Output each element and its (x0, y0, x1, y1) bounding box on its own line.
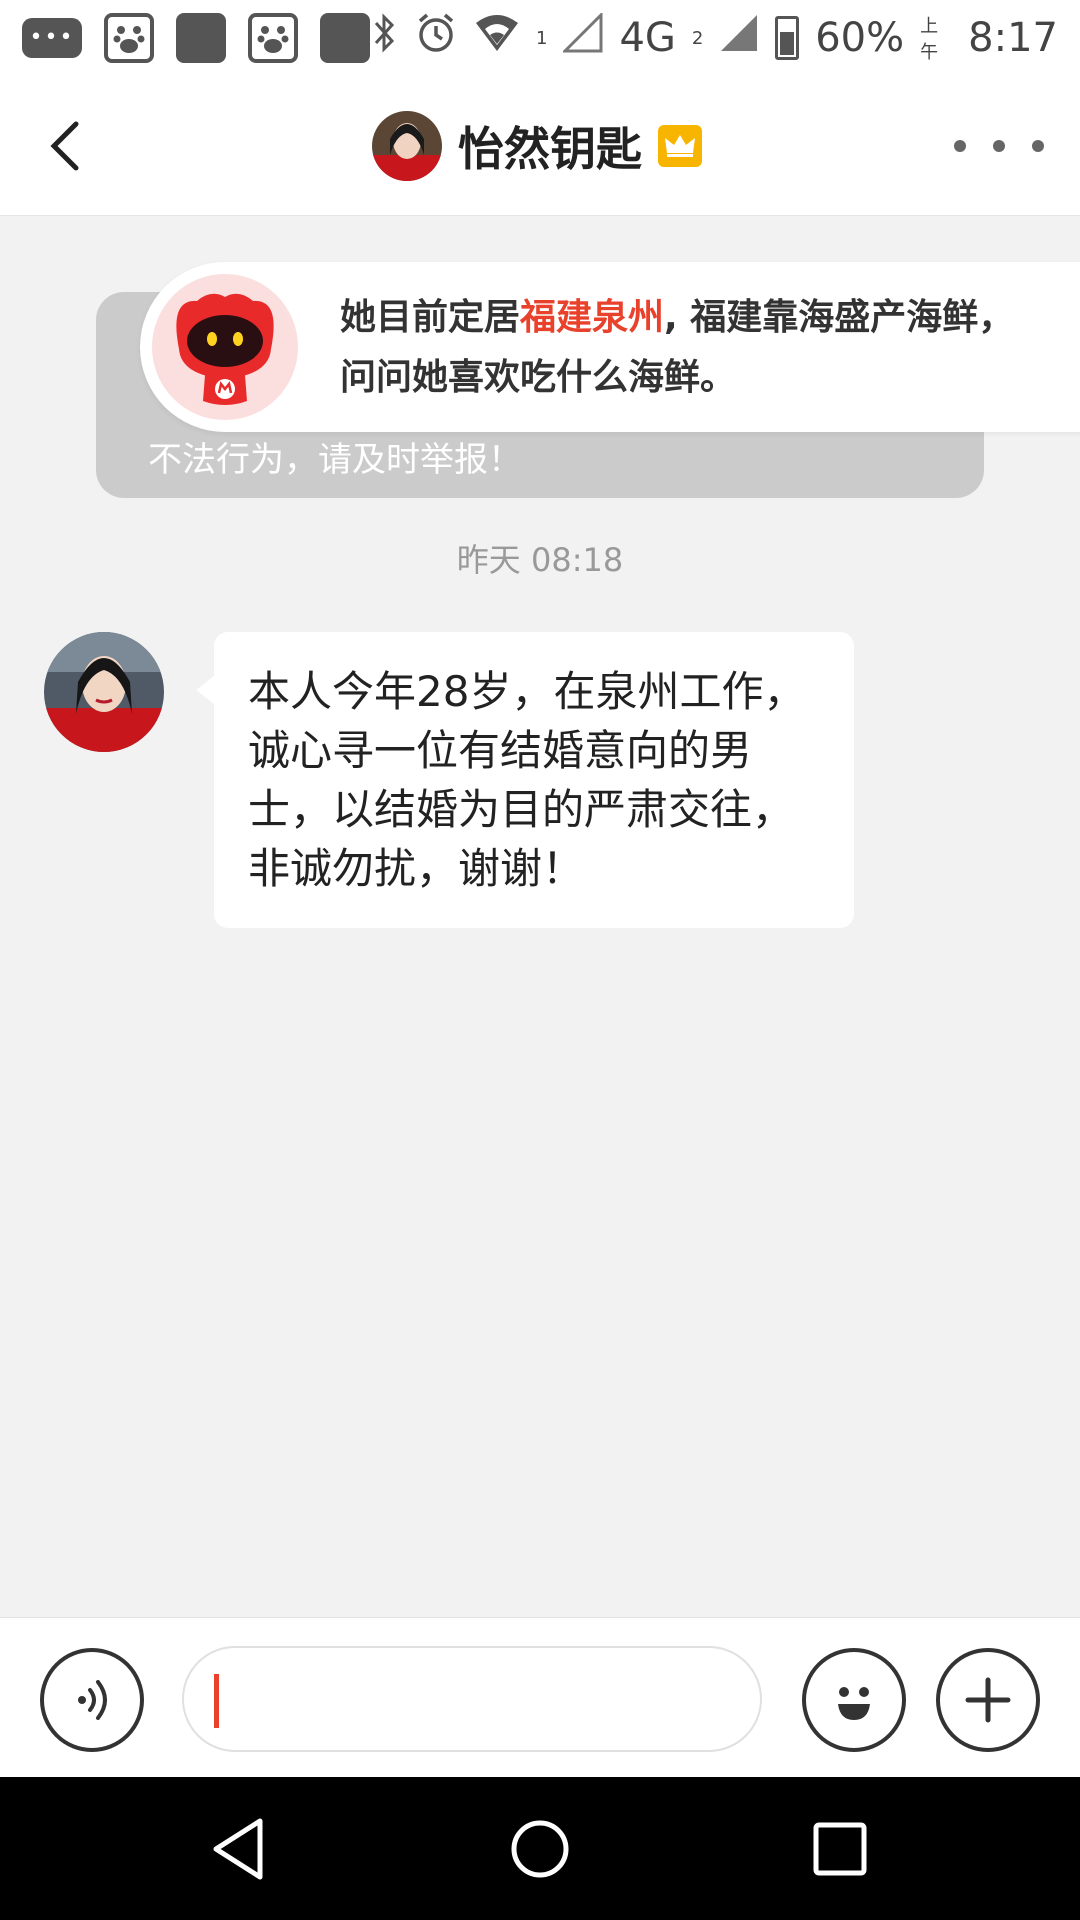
back-button[interactable] (36, 114, 96, 178)
nav-home-button[interactable] (470, 1777, 610, 1920)
baidu-icon (248, 13, 298, 63)
tip-highlight-location: 福建泉州 (520, 297, 665, 338)
tip-text: 她目前定居福建泉州, 福建靠海盛产海鲜，问问她喜欢吃什么海鲜。 (340, 288, 1030, 408)
app-icon (320, 13, 370, 63)
system-icons: 1 4G 2 60% 上午 8:17 (370, 11, 1058, 65)
page-title: 怡然钥匙 (458, 122, 642, 176)
chat-header: 怡然钥匙 (0, 76, 1080, 216)
avatar[interactable] (44, 632, 164, 752)
nav-recent-icon (813, 1822, 867, 1875)
nav-home-icon (511, 1820, 569, 1877)
message-timestamp: 昨天 08:18 (456, 541, 624, 579)
notification-icons: ••• (22, 13, 370, 63)
nav-recent-button[interactable] (770, 1777, 910, 1920)
mascot-icon (152, 274, 298, 420)
plus-icon (965, 1677, 1011, 1723)
signal-icon (561, 11, 603, 63)
signal-icon (719, 13, 759, 63)
sim1-label: 1 (536, 27, 548, 49)
alarm-icon (414, 11, 458, 65)
message-list[interactable]: 不法行为，请及时举报！ 她目前定居福建泉州, 福建靠海盛产海鲜，问问她喜欢吃什么… (0, 217, 1080, 1617)
plus-button[interactable] (936, 1648, 1040, 1752)
more-dots-icon (993, 140, 1005, 152)
clock: 8:17 (968, 15, 1058, 61)
avatar[interactable] (372, 111, 442, 181)
battery-percent: 60% (815, 15, 905, 61)
emoji-button[interactable] (802, 1648, 906, 1752)
ampm-label: 上午 (920, 16, 939, 63)
system-nav-bar (0, 1777, 1080, 1920)
bluetooth-icon (370, 11, 398, 65)
more-dots-icon (954, 140, 966, 152)
safety-notice-text: 不法行为，请及时举报！ (148, 440, 522, 480)
assistant-tip[interactable]: 她目前定居福建泉州, 福建靠海盛产海鲜，问问她喜欢吃什么海鲜。 (140, 262, 1080, 432)
header-title-group[interactable]: 怡然钥匙 (372, 106, 702, 186)
chevron-left-icon (50, 121, 79, 171)
baidu-icon (104, 13, 154, 63)
text-caret (214, 1674, 219, 1728)
message-text: 本人今年28岁，在泉州工作，诚心寻一位有结婚意向的男士，以结婚为目的严肃交往，非… (248, 667, 806, 893)
message-input[interactable] (182, 1646, 762, 1752)
tip-text-part: 她目前定居 (340, 297, 521, 338)
voice-button[interactable] (40, 1648, 144, 1752)
network-type: 4G (619, 15, 676, 61)
nav-back-button[interactable] (170, 1777, 310, 1920)
app-icon (176, 13, 226, 63)
nav-back-icon (213, 1818, 263, 1879)
input-bar (0, 1617, 1080, 1777)
chat-screen: ••• 1 4G 2 60% 上午 8:17 怡然钥匙 不法行为，请及时举报！ … (0, 0, 1080, 1920)
crown-icon (658, 125, 702, 167)
sim2-label: 2 (691, 27, 704, 49)
emoji-icon (838, 1687, 870, 1720)
battery-icon (775, 16, 800, 60)
message-bubble[interactable]: 本人今年28岁，在泉州工作，诚心寻一位有结婚意向的男士，以结婚为目的严肃交往，非… (196, 632, 854, 928)
wifi-icon (474, 13, 520, 63)
voice-icon (78, 1680, 107, 1720)
message-icon: ••• (22, 18, 82, 58)
more-dots-icon (1032, 140, 1044, 152)
more-button[interactable] (954, 126, 1044, 166)
status-bar: ••• 1 4G 2 60% 上午 8:17 (0, 0, 1080, 76)
